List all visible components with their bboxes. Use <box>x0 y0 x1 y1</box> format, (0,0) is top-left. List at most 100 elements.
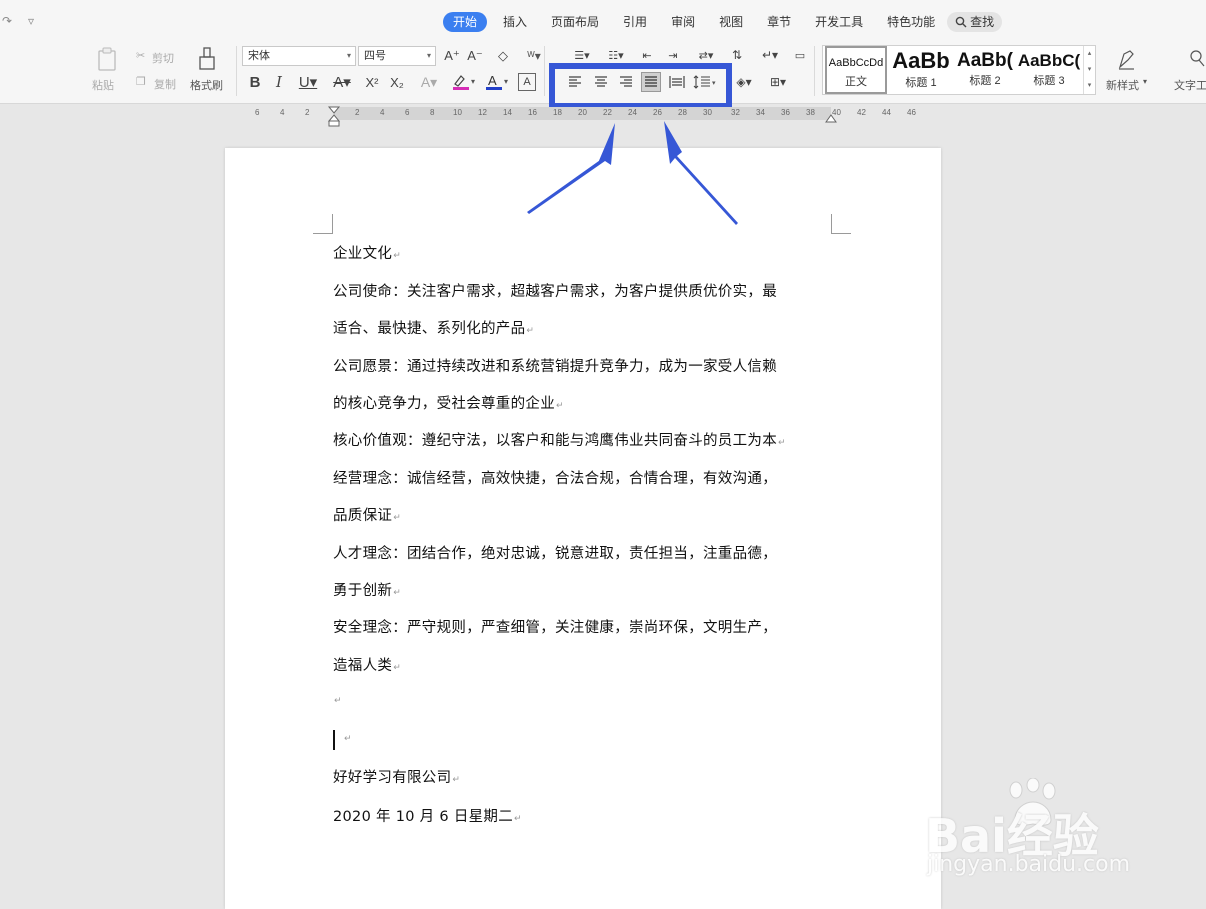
text-direction-icon[interactable]: ⇄▾ <box>692 46 720 64</box>
margin-corner <box>831 214 851 234</box>
doc-line[interactable]: 核心价值观：遵纪守法，以客户和能与鸿鹰伟业共同奋斗的员工为本↵ <box>333 429 786 450</box>
decrease-font-icon[interactable]: A⁻ <box>466 48 484 64</box>
sort-icon[interactable]: ⇅ <box>728 46 746 64</box>
tab-review[interactable]: 审阅 <box>659 12 707 32</box>
increase-indent-icon[interactable]: ⇥ <box>664 46 682 64</box>
style-heading-3[interactable]: AaBbC( 标题 3 <box>1017 46 1081 94</box>
chevron-down-icon: ▾ <box>426 51 431 60</box>
doc-line[interactable]: 勇于创新↵ <box>333 579 401 600</box>
bullet-list-icon[interactable]: ☰▾ <box>568 46 596 64</box>
format-painter-icon[interactable] <box>196 46 218 72</box>
doc-line[interactable]: 的核心竞争力，受社会尊重的企业↵ <box>333 392 564 413</box>
line-text: 安全理念：严守规则，严查细管，关注健康，崇尚环保，文明生产， <box>333 620 777 636</box>
style-preview: AaBb( <box>957 50 1013 71</box>
paragraph-mark: ↵ <box>393 513 402 523</box>
text-tool-button[interactable]: 文字工 <box>1174 77 1206 93</box>
tab-developer[interactable]: 开发工具 <box>803 12 875 32</box>
tab-home[interactable]: 开始 <box>443 12 488 32</box>
style-heading-1[interactable]: AaBb 标题 1 <box>889 46 953 94</box>
line-text: 品质保证 <box>333 508 393 524</box>
search-button[interactable]: 查找 <box>947 12 1003 32</box>
ruler-mark: 6 <box>255 108 260 117</box>
bold-icon[interactable]: B <box>246 73 264 91</box>
tab-page-layout[interactable]: 页面布局 <box>539 12 611 32</box>
font-size-select[interactable]: 四号 ▾ <box>358 46 436 66</box>
clear-format-icon[interactable]: ◇ <box>494 48 512 64</box>
text-effect-icon[interactable]: A▾ <box>415 73 443 91</box>
line-text: 好好学习有限公司 <box>333 770 452 786</box>
style-heading-2[interactable]: AaBb( 标题 2 <box>953 46 1017 94</box>
doc-line[interactable]: 造福人类↵ <box>333 654 401 675</box>
redo-icon[interactable]: ↷ <box>2 14 12 28</box>
new-style-icon[interactable] <box>1114 46 1140 72</box>
paste-button[interactable]: 粘贴 <box>92 77 114 93</box>
ruler-mark: 32 <box>731 108 740 117</box>
doc-line[interactable]: 公司使命：关注客户需求，超越客户需求，为客户提供质优价实，最 <box>333 280 777 301</box>
doc-line[interactable]: 品质保证↵ <box>333 504 401 525</box>
text-tool-icon[interactable] <box>1186 46 1206 72</box>
cut-icon[interactable]: ✂ <box>136 49 145 62</box>
svg-text:▾: ▾ <box>471 77 475 86</box>
svg-text:A: A <box>488 73 497 88</box>
cut-button[interactable]: 剪切 <box>152 50 174 66</box>
phonetic-icon[interactable]: ᵂ▾ <box>522 48 546 64</box>
ruler-mark: 26 <box>653 108 662 117</box>
doc-line[interactable]: 好好学习有限公司↵ <box>333 766 460 787</box>
doc-line[interactable]: 2020 年 10 月 6 日星期二↵ <box>333 805 522 826</box>
tab-view[interactable]: 视图 <box>707 12 755 32</box>
copy-button[interactable]: 复制 <box>154 76 176 92</box>
paragraph-mark: ↵ <box>393 588 402 598</box>
ruler-mark: 34 <box>756 108 765 117</box>
style-normal[interactable]: AaBbCcDd 正文 <box>825 46 887 94</box>
style-preview: AaBbC( <box>1017 51 1081 70</box>
doc-line[interactable]: ↵ <box>343 729 352 745</box>
format-painter-button[interactable]: 格式刷 <box>190 77 223 93</box>
numbered-list-icon[interactable]: ☷▾ <box>602 46 630 64</box>
shading-icon[interactable]: ◈▾ <box>730 73 758 91</box>
tab-section[interactable]: 章节 <box>755 12 803 32</box>
style-name: 正文 <box>845 76 867 88</box>
indent-marker[interactable] <box>327 106 341 128</box>
font-size-value: 四号 <box>364 50 386 62</box>
new-style-button[interactable]: 新样式 <box>1106 77 1139 93</box>
doc-line[interactable]: 经营理念：诚信经营，高效快捷，合法合规，合情合理，有效沟通， <box>333 467 777 488</box>
highlight-color-icon[interactable]: ▾ <box>450 73 480 91</box>
font-family-select[interactable]: 宋体 ▾ <box>242 46 356 66</box>
dropdown-icon[interactable]: ▿ <box>28 14 34 28</box>
horizontal-ruler[interactable]: 6 4 2 2 4 6 8 10 12 14 16 18 20 22 24 26… <box>252 107 920 121</box>
line-text: 核心价值观：遵纪守法，以客户和能与鸿鹰伟业共同奋斗的员工为本 <box>333 433 777 449</box>
underline-icon[interactable]: U▾ <box>294 73 322 91</box>
superscript-icon[interactable]: X² <box>362 73 382 91</box>
document-page[interactable]: 企业文化↵ 公司使命：关注客户需求，超越客户需求，为客户提供质优价实，最 适合、… <box>225 148 941 909</box>
doc-line[interactable]: 企业文化↵ <box>333 242 401 263</box>
doc-line[interactable]: 人才理念：团结合作，绝对忠诚，锐意进取，责任担当，注重品德， <box>333 542 777 563</box>
ruler-mark: 12 <box>478 108 487 117</box>
font-color-icon[interactable]: A ▾ <box>484 73 512 91</box>
show-marks-icon[interactable]: ▭ <box>790 46 810 64</box>
doc-line[interactable]: 安全理念：严守规则，严查细管，关注健康，崇尚环保，文明生产， <box>333 616 777 637</box>
char-border-icon[interactable]: A <box>518 73 536 91</box>
divider <box>236 46 237 96</box>
doc-line[interactable]: 适合、最快捷、系列化的产品↵ <box>333 317 534 338</box>
decrease-indent-icon[interactable]: ⇤ <box>638 46 656 64</box>
doc-line[interactable]: 公司愿景：通过持续改进和系统营销提升竞争力，成为一家受人信赖 <box>333 355 777 376</box>
tab-insert[interactable]: 插入 <box>491 12 539 32</box>
right-indent-marker[interactable] <box>825 113 837 123</box>
borders-icon[interactable]: ⊞▾ <box>764 73 792 91</box>
tab-special[interactable]: 特色功能 <box>875 12 947 32</box>
subscript-icon[interactable]: X₂ <box>387 73 407 91</box>
line-break-icon[interactable]: ↵▾ <box>756 46 784 64</box>
line-text: 经营理念：诚信经营，高效快捷，合法合规，合情合理，有效沟通， <box>333 471 777 487</box>
paragraph-mark: ↵ <box>514 814 522 824</box>
line-text: 造福人类 <box>333 658 393 674</box>
paste-icon[interactable] <box>94 46 120 72</box>
copy-icon[interactable]: ❐ <box>136 75 146 88</box>
font-family-value: 宋体 <box>248 50 270 62</box>
italic-icon[interactable]: I <box>270 73 288 91</box>
doc-line[interactable]: ↵ <box>333 691 342 707</box>
increase-font-icon[interactable]: A⁺ <box>443 48 461 64</box>
paragraph-mark: ↵ <box>778 438 786 448</box>
gallery-scroll[interactable]: ▴ ▾ ▾ <box>1083 46 1095 94</box>
strikethrough-icon[interactable]: A▾ <box>328 73 356 91</box>
tab-references[interactable]: 引用 <box>611 12 659 32</box>
